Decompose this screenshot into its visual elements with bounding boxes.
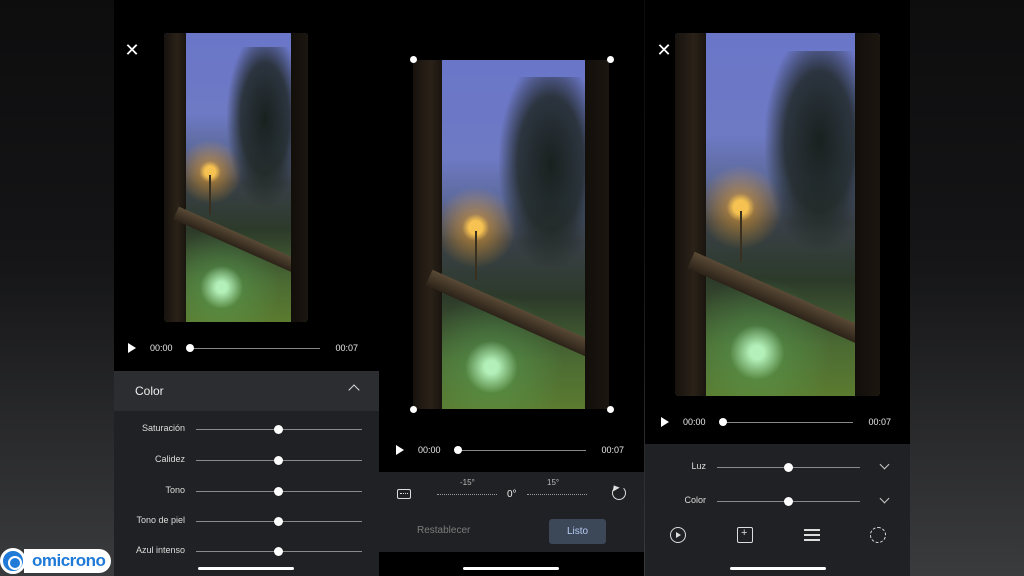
adjust-label: Luz <box>691 461 706 471</box>
export-frame-icon[interactable] <box>737 527 753 543</box>
slider-skin-tone[interactable]: Tono de piel <box>114 513 379 529</box>
current-time: 00:00 <box>418 445 441 455</box>
crop-handle-top-left[interactable] <box>410 56 417 63</box>
slider-deep-blue[interactable]: Azul intenso <box>114 543 379 559</box>
slider-thumb[interactable] <box>274 547 283 556</box>
slider-label: Tono de piel <box>136 515 185 525</box>
close-icon[interactable]: ✕ <box>122 40 142 60</box>
rotation-dial-left[interactable] <box>437 494 497 495</box>
slider-thumb[interactable] <box>274 517 283 526</box>
duration: 00:07 <box>601 445 624 455</box>
home-indicator <box>730 567 826 570</box>
aspect-ratio-icon[interactable] <box>397 489 411 499</box>
slider-thumb[interactable] <box>274 487 283 496</box>
slider-thumb[interactable] <box>784 497 793 506</box>
play-icon[interactable] <box>128 343 136 353</box>
reset-button[interactable]: Restablecer <box>417 525 470 536</box>
slider-saturation[interactable]: Saturación <box>114 421 379 437</box>
home-indicator <box>463 567 559 570</box>
chevron-down-icon[interactable] <box>879 493 890 504</box>
crop-controls: -15° 0° 15° Restablecer Listo <box>379 472 644 552</box>
current-time: 00:00 <box>683 417 706 427</box>
home-indicator <box>198 567 294 570</box>
rotation-max-label: 15° <box>547 478 560 487</box>
rotation-dial-right[interactable] <box>527 494 587 495</box>
adjust-label: Color <box>684 495 706 505</box>
play-icon[interactable] <box>396 445 404 455</box>
chevron-down-icon[interactable] <box>879 459 890 470</box>
rotation-min-label: -15° <box>460 478 475 487</box>
adjust-icon[interactable] <box>804 529 820 541</box>
slider-label: Tono <box>165 485 185 495</box>
slider-thumb[interactable] <box>784 463 793 472</box>
color-sliders-panel: Saturación Calidez Tono Tono de piel Azu… <box>114 411 379 576</box>
video-timeline: 00:00 00:07 <box>661 415 891 431</box>
rotate-icon[interactable] <box>612 486 626 500</box>
timeline-scrubber[interactable] <box>186 344 194 352</box>
timeline-scrubber[interactable] <box>454 446 462 454</box>
phone-screen-adjust: ✕ 00:00 00:07 Luz Color <box>645 0 910 576</box>
slider-label: Saturación <box>141 423 185 433</box>
close-icon[interactable]: ✕ <box>654 40 674 60</box>
timeline-track[interactable] <box>723 422 853 423</box>
video-preview <box>675 33 880 396</box>
crop-handle-bottom-right[interactable] <box>607 406 614 413</box>
crop-handle-bottom-left[interactable] <box>410 406 417 413</box>
crop-rotate-icon[interactable] <box>870 527 886 543</box>
phone-screen-color-adjust: ✕ 00:00 00:07 Color Saturación Calidez T… <box>114 0 379 576</box>
adjust-panel: Luz Color <box>645 444 910 576</box>
timeline-track[interactable] <box>458 450 586 451</box>
slider-warmth[interactable]: Calidez <box>114 452 379 468</box>
logo-badge-icon <box>0 548 26 574</box>
chevron-up-icon[interactable] <box>348 384 360 396</box>
done-button[interactable]: Listo <box>549 519 606 544</box>
crop-handle-top-right[interactable] <box>607 56 614 63</box>
timeline-scrubber[interactable] <box>719 418 727 426</box>
omicrono-logo: omicrono <box>0 548 122 574</box>
play-icon[interactable] <box>661 417 669 427</box>
duration: 00:07 <box>868 417 891 427</box>
timeline-track[interactable] <box>190 348 320 349</box>
section-title: Color <box>135 384 164 398</box>
color-section-header[interactable]: Color <box>114 371 379 411</box>
adjust-color[interactable]: Color <box>645 492 910 510</box>
slider-tone[interactable]: Tono <box>114 483 379 499</box>
duration: 00:07 <box>335 343 358 353</box>
slider-thumb[interactable] <box>274 456 283 465</box>
current-time: 00:00 <box>150 343 173 353</box>
video-preview-crop <box>413 60 609 409</box>
adjust-light[interactable]: Luz <box>645 458 910 476</box>
rotation-value: 0° <box>507 489 517 500</box>
play-circle-icon[interactable] <box>670 527 686 543</box>
video-preview <box>164 33 308 322</box>
slider-label: Calidez <box>154 454 185 464</box>
video-timeline: 00:00 00:07 <box>396 443 624 459</box>
slider-thumb[interactable] <box>274 425 283 434</box>
logo-text: omicrono <box>24 549 112 573</box>
video-timeline: 00:00 00:07 <box>128 341 358 357</box>
slider-label: Azul intenso <box>135 545 185 555</box>
phone-screen-crop: 00:00 00:07 -15° 0° 15° Restablecer List… <box>379 0 644 576</box>
